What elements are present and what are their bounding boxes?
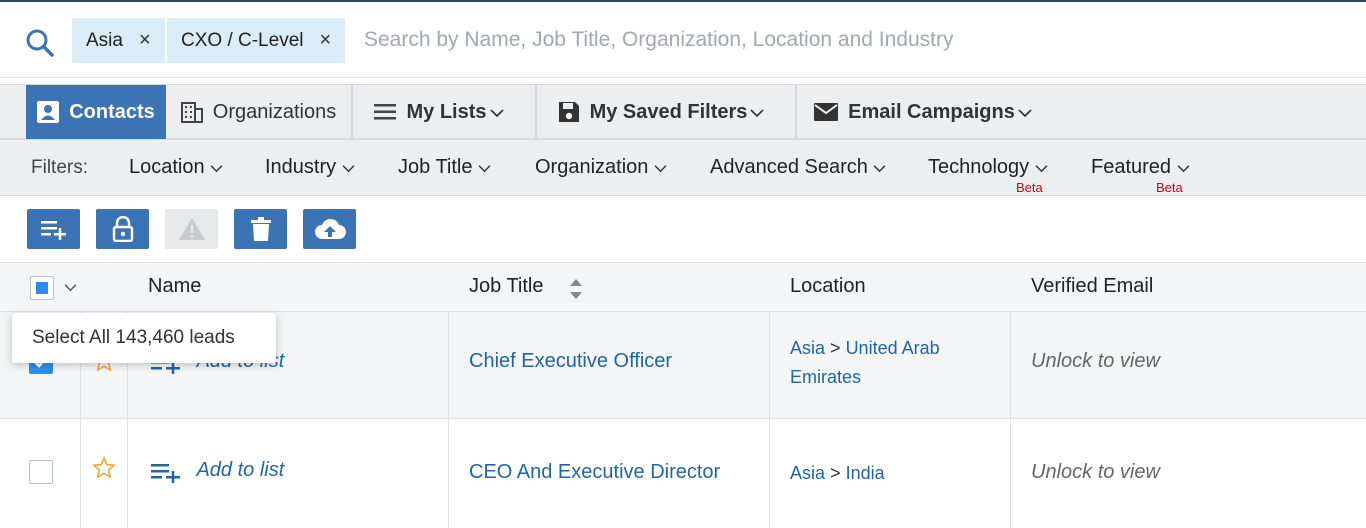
add-to-list-icon — [151, 463, 180, 483]
tab-my-lists[interactable]: My Lists — [353, 85, 537, 139]
main-tab-bar: Contacts Organizations My Lists My Saved… — [0, 84, 1366, 140]
verified-email-value[interactable]: Unlock to view — [1031, 461, 1160, 484]
search-icon[interactable] — [24, 27, 56, 59]
filter-label: Industry — [265, 156, 337, 178]
country-link[interactable]: India — [846, 463, 885, 483]
chevron-down-icon — [1035, 165, 1048, 173]
chip-remove-icon[interactable]: × — [139, 29, 151, 52]
add-to-list-button[interactable] — [27, 209, 80, 249]
filter-label: Featured — [1091, 156, 1172, 178]
chevron-down-icon — [478, 165, 491, 173]
filter-label: Technology — [928, 156, 1030, 178]
chevron-down-icon[interactable] — [64, 283, 77, 292]
unlock-button[interactable] — [96, 209, 149, 249]
select-all-leads-option[interactable]: Select All 143,460 leads — [12, 313, 276, 363]
cloud-upload-icon — [314, 218, 346, 239]
column-divider — [448, 312, 449, 418]
filter-bar: Filters: Location Industry Job Title Org… — [0, 140, 1366, 196]
column-header-name[interactable]: Name — [148, 275, 201, 298]
filter-technology[interactable]: Technology — [928, 156, 1048, 179]
envelope-icon — [814, 103, 839, 121]
chevron-down-icon — [874, 165, 886, 173]
filter-location[interactable]: Location — [129, 156, 223, 179]
tab-label: Contacts — [69, 100, 155, 123]
chip-label: Asia — [86, 29, 123, 51]
filter-industry[interactable]: Industry — [265, 156, 355, 179]
filter-label: Advanced Search — [710, 156, 868, 178]
location-separator: > — [830, 463, 841, 483]
filter-label: Location — [129, 156, 205, 178]
column-divider — [1010, 312, 1011, 418]
job-title-link[interactable]: Chief Executive Officer — [469, 350, 672, 373]
chevron-down-icon — [489, 101, 514, 124]
tab-label: My Saved Filters — [589, 100, 748, 123]
star-icon[interactable] — [92, 456, 116, 480]
search-bar: Asia × CXO / C-Level × — [0, 2, 1366, 78]
delete-button[interactable] — [234, 209, 287, 249]
filter-label: Organization — [535, 156, 649, 178]
column-divider — [1010, 419, 1011, 528]
search-input[interactable] — [364, 20, 1344, 60]
filter-organization[interactable]: Organization — [535, 156, 667, 179]
chevron-down-icon — [750, 101, 774, 124]
column-divider — [127, 419, 128, 528]
warning-icon — [178, 218, 205, 240]
contact-card-icon — [37, 101, 60, 123]
trash-icon — [250, 217, 271, 241]
filter-advanced-search[interactable]: Advanced Search — [710, 156, 886, 179]
tab-label: Email Campaigns — [848, 100, 1015, 123]
filter-chip-asia: Asia × — [72, 18, 165, 63]
building-icon — [180, 102, 203, 123]
report-button[interactable] — [165, 209, 218, 249]
column-divider — [448, 419, 449, 528]
row-checkbox[interactable] — [29, 460, 53, 484]
sort-icon[interactable] — [569, 277, 583, 301]
column-header-verified-email[interactable]: Verified Email — [1031, 275, 1153, 298]
tab-organizations[interactable]: Organizations — [166, 85, 353, 139]
table-header: Name Job Title Location Verified Email — [0, 262, 1366, 312]
export-button[interactable] — [303, 209, 356, 249]
location-cell: Asia > India — [790, 459, 1000, 488]
select-all-checkbox[interactable] — [30, 276, 54, 300]
tab-label: My Lists — [406, 100, 487, 123]
table-row[interactable]: Add to list CEO And Executive Director A… — [0, 419, 1366, 528]
verified-email-value[interactable]: Unlock to view — [1031, 350, 1160, 373]
filter-job-title[interactable]: Job Title — [398, 156, 491, 179]
chip-remove-icon[interactable]: × — [319, 29, 331, 52]
chevron-down-icon — [1177, 165, 1190, 173]
add-to-list-action[interactable]: Add to list — [150, 459, 284, 483]
column-divider — [769, 419, 770, 528]
chip-label: CXO / C-Level — [181, 29, 304, 51]
filter-chip-cxo: CXO / C-Level × — [167, 18, 346, 63]
chevron-down-icon — [654, 165, 667, 173]
chevron-down-icon — [210, 165, 223, 173]
tab-email-campaigns[interactable]: Email Campaigns — [797, 85, 1059, 139]
filter-label: Job Title — [398, 156, 473, 178]
column-header-job-title[interactable]: Job Title — [469, 275, 543, 298]
location-cell: Asia > United Arab Emirates — [790, 334, 1000, 392]
filters-label: Filters: — [31, 157, 88, 178]
add-to-list-icon — [40, 221, 66, 240]
column-divider — [769, 312, 770, 418]
add-to-list-label: Add to list — [196, 459, 285, 481]
region-link[interactable]: Asia — [790, 463, 825, 483]
beta-badge: Beta — [1156, 180, 1183, 195]
list-icon — [374, 104, 397, 120]
tab-contacts[interactable]: Contacts — [26, 85, 166, 139]
location-separator: > — [830, 338, 841, 358]
column-header-location[interactable]: Location — [790, 275, 866, 298]
chevron-down-icon — [1018, 101, 1042, 124]
chevron-down-icon — [342, 165, 355, 173]
tab-my-saved-filters[interactable]: My Saved Filters — [537, 85, 797, 139]
job-title-link[interactable]: CEO And Executive Director — [469, 461, 720, 484]
tab-label: Organizations — [212, 100, 337, 123]
filter-featured[interactable]: Featured — [1091, 156, 1190, 179]
unlock-icon — [112, 216, 133, 242]
beta-badge: Beta — [1016, 180, 1043, 195]
region-link[interactable]: Asia — [790, 338, 825, 358]
save-icon — [558, 102, 579, 122]
column-divider — [80, 419, 81, 528]
